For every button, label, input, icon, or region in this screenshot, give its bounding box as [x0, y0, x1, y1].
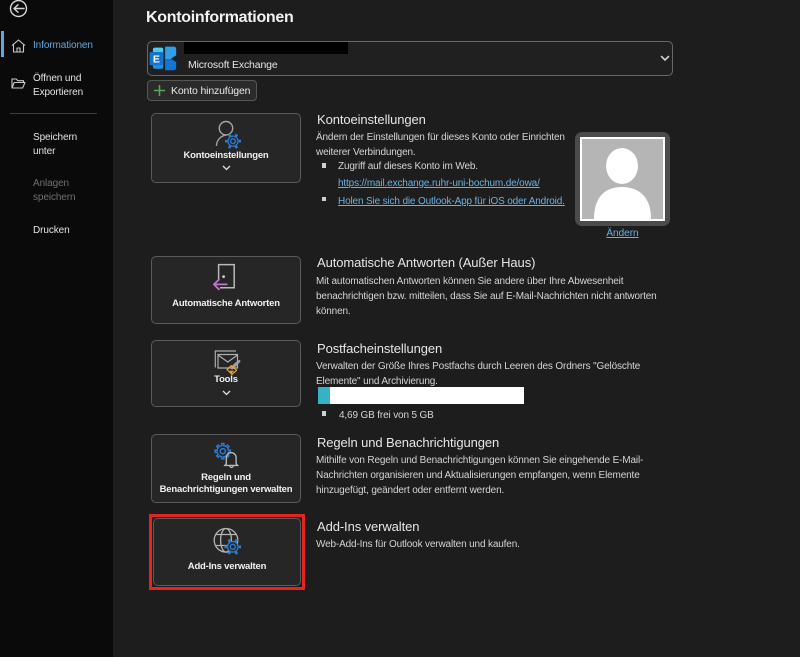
svg-text:E: E — [153, 54, 160, 66]
